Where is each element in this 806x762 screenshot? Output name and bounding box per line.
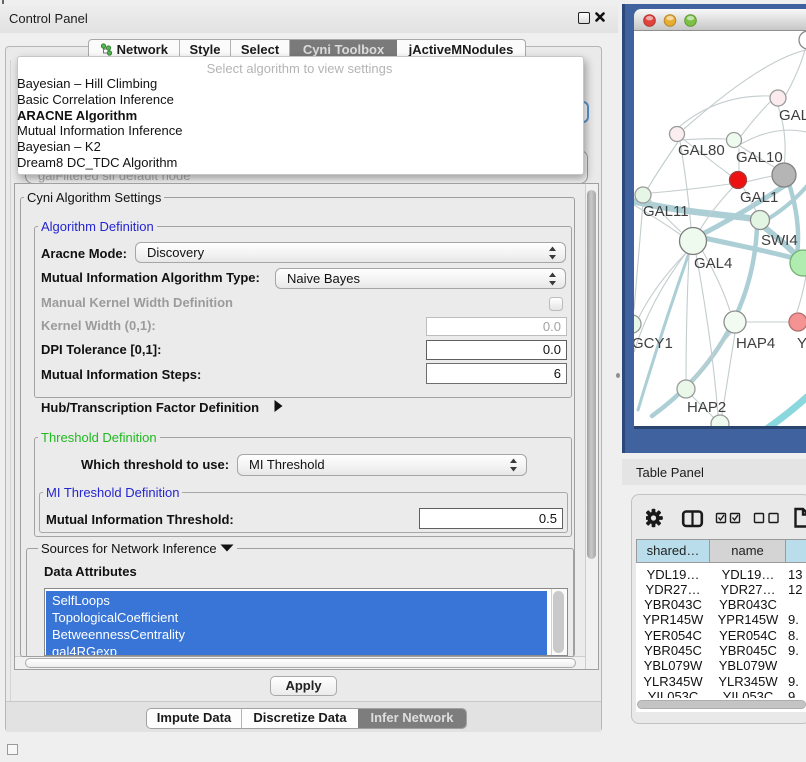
svg-text:HAP4: HAP4 [736,335,775,352]
svg-text:GAL11: GAL11 [643,203,689,220]
svg-text:GCY1: GCY1 [634,335,673,352]
svg-text:HAP2: HAP2 [687,399,726,416]
svg-text:SWI4: SWI4 [761,232,798,249]
svg-text:YEL070W: YEL070W [797,335,806,352]
svg-text:GAL7: GAL7 [779,107,806,124]
svg-text:GAL4: GAL4 [694,255,732,272]
svg-text:GAL80: GAL80 [678,142,725,159]
svg-text:GAL10: GAL10 [736,149,783,166]
svg-text:GAL1: GAL1 [740,189,778,206]
